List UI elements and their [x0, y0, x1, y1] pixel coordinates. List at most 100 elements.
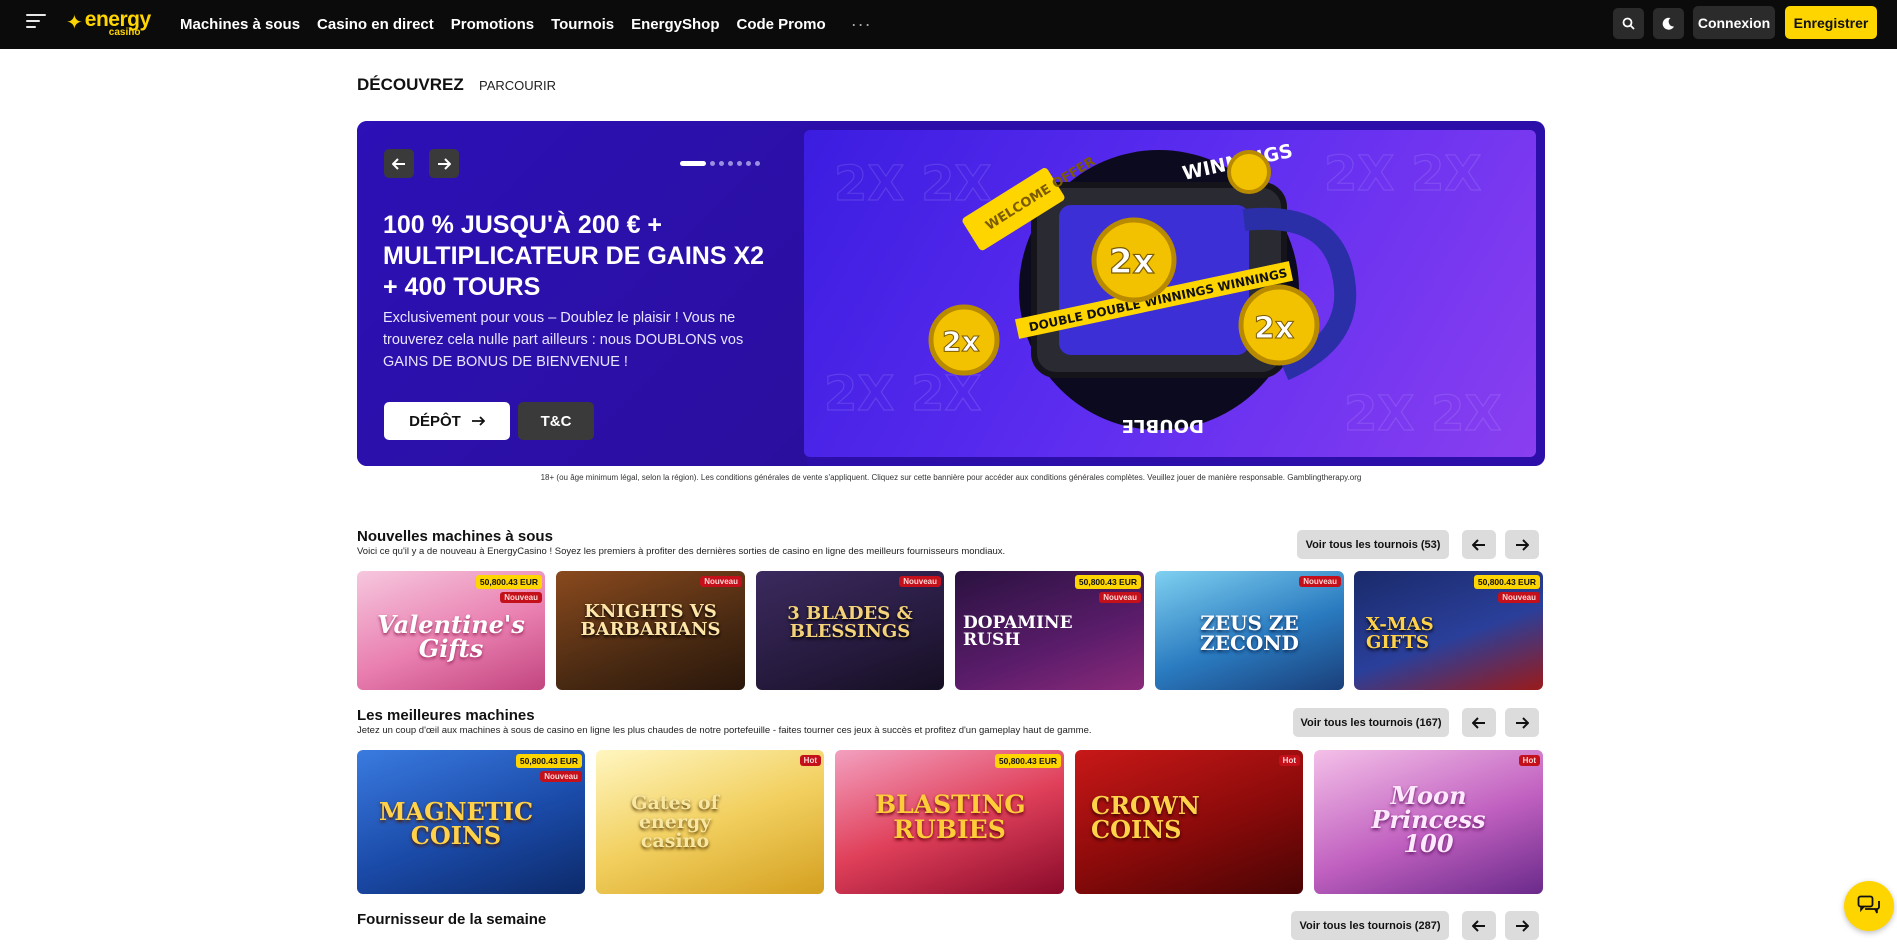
hot-badge: Hot [1518, 755, 1540, 766]
logo[interactable]: ✦ energy casino [66, 8, 151, 38]
hero-image[interactable]: 2X 2X 2X 2X 2X 2X 2X 2X WINNINGS DOUBLE … [804, 130, 1536, 457]
new-badge: Nouveau [1498, 592, 1540, 603]
search-button[interactable] [1613, 8, 1644, 39]
jackpot-badge: 50,800.43 EUR [1074, 575, 1141, 589]
hero-pagination[interactable] [680, 161, 760, 166]
game-title: X-MAS GIFTS [1366, 614, 1434, 653]
hero-next-button[interactable] [429, 149, 459, 178]
game-card[interactable]: Hot Moon Princess 100 [1314, 750, 1543, 894]
game-card[interactable]: 50,800.43 EUR Nouveau Valentine's Gifts [357, 571, 545, 690]
art-coin-right: 2x [1254, 311, 1294, 346]
hero-illustration: 2X 2X 2X 2X 2X 2X 2X 2X WINNINGS DOUBLE … [823, 140, 1502, 443]
nav-item-promo-code[interactable]: Code Promo [737, 16, 826, 33]
provider-next-button[interactable] [1505, 911, 1539, 940]
logo-star-icon: ✦ [66, 12, 83, 34]
svg-text:2X 2X: 2X 2X [1344, 386, 1502, 442]
new-badge: Nouveau [1099, 592, 1141, 603]
new-badge: Nouveau [700, 576, 742, 587]
tab-browse[interactable]: PARCOURIR [479, 78, 556, 93]
deposit-button[interactable]: DÉPÔT [384, 402, 510, 440]
terms-button[interactable]: T&C [518, 402, 594, 440]
arrow-left-icon [1472, 716, 1485, 729]
game-title: Gates of energy casino [631, 792, 719, 852]
provider-see-all-button[interactable]: Voir tous les tournois (287) [1291, 911, 1449, 940]
main-nav: Machines à sous Casino en direct Promoti… [180, 0, 872, 49]
game-card[interactable]: 50,800.43 EUR BLASTING RUBIES [835, 750, 1064, 894]
new-slots-prev-button[interactable] [1462, 530, 1496, 559]
theme-toggle-button[interactable] [1653, 8, 1684, 39]
arrow-right-icon [438, 157, 451, 170]
art-coin-center: 2x [1109, 242, 1155, 282]
new-badge: Nouveau [1299, 576, 1341, 587]
top-slots-next-button[interactable] [1505, 708, 1539, 737]
game-card[interactable]: Nouveau ZEUS ZE ZECOND [1155, 571, 1344, 690]
new-badge: Nouveau [500, 592, 542, 603]
game-card[interactable]: 50,800.43 EUR Nouveau MAGNETIC COINS [357, 750, 585, 894]
hero-dot[interactable] [710, 161, 715, 166]
game-card[interactable]: 50,800.43 EUR Nouveau DOPAMINE RUSH [955, 571, 1144, 690]
top-slots-see-all-button[interactable]: Voir tous les tournois (167) [1293, 708, 1449, 737]
arrow-left-icon [392, 157, 405, 170]
art-coin-left: 2x [942, 325, 980, 358]
arrow-right-icon [1516, 919, 1529, 932]
search-icon [1622, 17, 1635, 30]
moon-icon [1662, 17, 1674, 30]
game-card[interactable]: Nouveau KNIGHTS VS BARBARIANS [556, 571, 745, 690]
hero-prev-button[interactable] [384, 149, 414, 178]
deposit-label: DÉPÔT [409, 412, 461, 430]
svg-text:2X 2X: 2X 2X [1324, 146, 1482, 202]
provider-prev-button[interactable] [1462, 911, 1496, 940]
game-card[interactable]: Hot CROWN COINS [1075, 750, 1303, 894]
svg-text:2X 2X: 2X 2X [834, 156, 992, 212]
game-title: KNIGHTS VS BARBARIANS [580, 601, 721, 640]
hero-dot[interactable] [719, 161, 724, 166]
game-title: Moon Princess 100 [1371, 781, 1486, 858]
jackpot-badge: 50,800.43 EUR [475, 575, 542, 589]
game-title: Valentine's Gifts [377, 610, 525, 663]
hero-banner[interactable]: 100 % JUSQU'À 200 € + MULTIPLICATEUR DE … [357, 121, 1545, 466]
arrow-right-icon [1516, 538, 1529, 551]
new-badge: Nouveau [899, 576, 941, 587]
game-card[interactable]: Hot Gates of energy casino [596, 750, 824, 894]
hero-dot[interactable] [680, 161, 706, 166]
top-slots-title: Les meilleures machines [357, 707, 535, 724]
logo-subtext: casino [108, 26, 141, 38]
game-title: DOPAMINE RUSH [963, 613, 1073, 650]
hero-dot[interactable] [728, 161, 733, 166]
top-navigation: ✦ energy casino Machines à sous Casino e… [0, 0, 1897, 49]
top-slots-prev-button[interactable] [1462, 708, 1496, 737]
more-menu-icon[interactable]: ··· [851, 14, 872, 35]
provider-title: Fournisseur de la semaine [357, 911, 547, 928]
arrow-left-icon [1472, 538, 1485, 551]
nav-item-energyshop[interactable]: EnergyShop [631, 16, 719, 33]
hero-dot[interactable] [737, 161, 742, 166]
nav-item-slots[interactable]: Machines à sous [180, 16, 300, 33]
tab-discover[interactable]: DÉCOUVREZ [357, 75, 464, 95]
arrow-left-icon [1472, 919, 1485, 932]
register-button[interactable]: Enregistrer [1785, 6, 1877, 39]
game-card[interactable]: Nouveau 3 BLADES & BLESSINGS [756, 571, 944, 690]
nav-item-tournaments[interactable]: Tournois [551, 16, 614, 33]
nav-item-live-casino[interactable]: Casino en direct [317, 16, 434, 33]
game-title: BLASTING RUBIES [875, 790, 1026, 844]
hero-content: 100 % JUSQU'À 200 € + MULTIPLICATEUR DE … [357, 121, 807, 466]
hero-dot[interactable] [755, 161, 760, 166]
hero-description: Exclusivement pour vous – Doublez le pla… [383, 310, 744, 370]
hero-dot[interactable] [746, 161, 751, 166]
arrow-right-icon [1516, 716, 1529, 729]
game-title: MAGNETIC COINS [378, 797, 534, 850]
jackpot-badge: 50,800.43 EUR [515, 754, 582, 768]
hero-title: 100 % JUSQU'À 200 € + MULTIPLICATEUR DE … [383, 211, 765, 301]
hero-disclaimer: 18+ (ou âge minimum légal, selon la régi… [540, 473, 1362, 482]
arrow-right-icon [471, 416, 485, 426]
nav-item-promotions[interactable]: Promotions [451, 16, 534, 33]
menu-icon[interactable] [26, 14, 46, 32]
jackpot-badge: 50,800.43 EUR [994, 754, 1061, 768]
login-button[interactable]: Connexion [1693, 6, 1775, 39]
hot-badge: Hot [799, 755, 821, 766]
new-slots-subtitle: Voici ce qu'il y a de nouveau à EnergyCa… [357, 546, 1006, 557]
new-slots-see-all-button[interactable]: Voir tous les tournois (53) [1297, 530, 1449, 559]
chat-button[interactable] [1844, 881, 1894, 931]
game-card[interactable]: 50,800.43 EUR Nouveau X-MAS GIFTS [1354, 571, 1543, 690]
new-slots-next-button[interactable] [1505, 530, 1539, 559]
